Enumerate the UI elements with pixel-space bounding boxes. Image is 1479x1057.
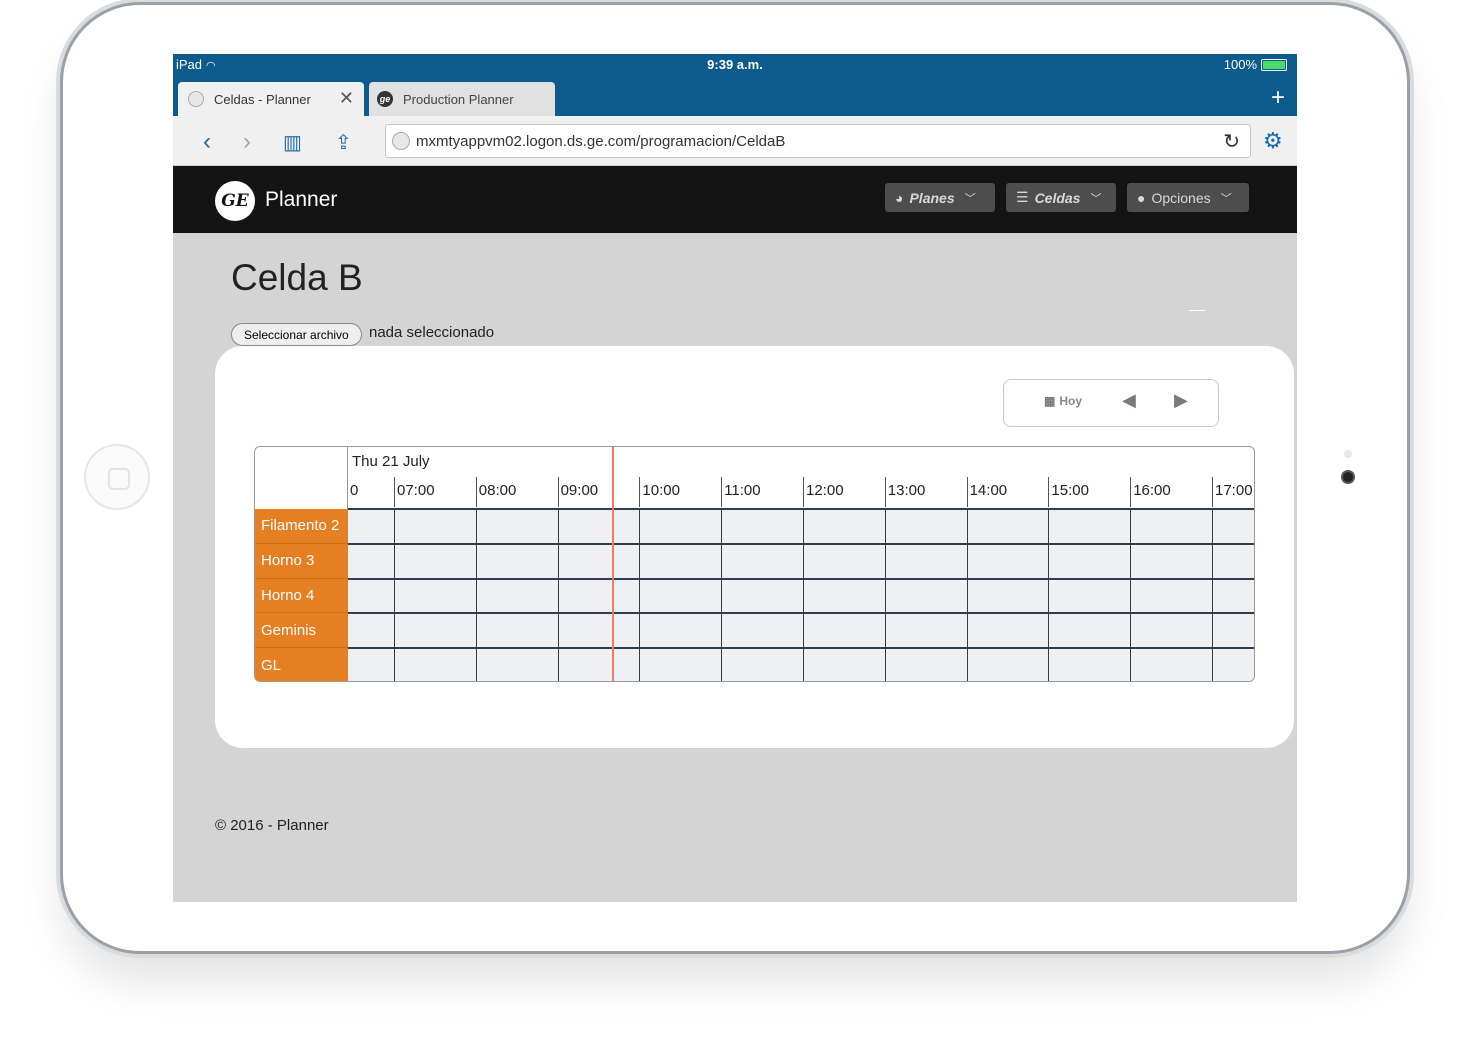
today-button[interactable]: ▦ Hoy	[1044, 394, 1082, 408]
list-icon: ☰	[1016, 189, 1029, 205]
current-time-line	[612, 447, 615, 681]
grid-vline	[803, 509, 804, 681]
hour-label: 14:00	[966, 477, 1049, 507]
resource-label: Horno 3	[255, 543, 348, 579]
resource-label: Filamento 2	[255, 509, 348, 544]
home-button[interactable]	[84, 444, 150, 510]
schedule-grid[interactable]	[348, 509, 1254, 681]
grid-vline	[884, 509, 886, 681]
divider	[1189, 310, 1205, 311]
menu-label: Planes	[909, 189, 955, 206]
timeline: Thu 21 July 0 07:00 08:00 09:00 10:00 11:00 12…	[254, 446, 1255, 682]
prev-icon[interactable]: ◀	[1122, 390, 1136, 411]
grid-hline	[348, 542, 1254, 545]
hour-label: 12:00	[803, 477, 885, 507]
hour-label: 09:00	[557, 477, 640, 507]
chevron-down-icon: ﹀	[1090, 192, 1102, 205]
menu-label: Opciones	[1151, 189, 1211, 206]
calendar-icon: ▦	[1044, 394, 1056, 408]
hour-label: 16:00	[1130, 477, 1212, 507]
resource-label: Horno 4	[255, 578, 348, 614]
url-text: mxmtyappvm02.logon.ds.ge.com/programacio…	[416, 132, 786, 150]
forward-icon[interactable]: ›	[243, 128, 251, 156]
scheduler-nav: ▦ Hoy ◀ ▶	[1003, 379, 1219, 427]
tab-label: Production Planner	[403, 91, 514, 107]
grid-vline	[475, 509, 477, 681]
page-title: Celda B	[231, 257, 363, 298]
tab-label: Celdas - Planner	[214, 91, 311, 107]
hour-label: 08:00	[475, 477, 558, 507]
chevron-down-icon: ﹀	[964, 192, 976, 205]
select-file-button[interactable]: Seleccionar archivo	[231, 323, 362, 346]
menu-planes[interactable]: ◕ Planes ﹀	[885, 183, 995, 212]
grid-vline	[1048, 509, 1050, 681]
share-icon[interactable]: ⇪	[335, 130, 352, 155]
resource-label: GL	[255, 648, 348, 681]
resource-label: Geminis	[255, 613, 348, 649]
globe-icon	[188, 91, 204, 107]
hour-label: 11:00	[721, 477, 803, 507]
status-time: 9:39 a.m.	[707, 57, 763, 72]
timeline-corner	[255, 447, 348, 509]
hour-label: 0	[350, 482, 359, 499]
today-label: Hoy	[1059, 394, 1083, 408]
battery-icon	[1261, 58, 1287, 71]
browser-tab-bar: iPad ◠ 9:39 a.m. 100% Celdas - Planner ✕ …	[173, 54, 1297, 116]
grid-vline	[557, 509, 559, 681]
reload-icon[interactable]: ↻	[1223, 129, 1240, 154]
screen: iPad ◠ 9:39 a.m. 100% Celdas - Planner ✕ …	[173, 54, 1297, 902]
app-navbar: GE Planner ◕ Planes ﹀ ☰ Celdas ﹀ ● Opcio…	[173, 166, 1297, 233]
sensor	[1344, 450, 1352, 458]
date-label: Thu 21 July	[352, 453, 430, 470]
footer: © 2016 - Planner	[215, 817, 329, 834]
grid-vline	[966, 509, 968, 681]
url-field[interactable]: mxmtyappvm02.logon.ds.ge.com/programacio…	[385, 124, 1251, 158]
browser-toolbar: ‹ › ▥ ⇪ mxmtyappvm02.logon.ds.ge.com/pro…	[173, 116, 1297, 166]
chevron-down-icon: ﹀	[1220, 192, 1232, 205]
menu-celdas[interactable]: ☰ Celdas ﹀	[1006, 183, 1116, 212]
ge-icon: ge	[377, 91, 393, 107]
new-tab-icon[interactable]: +	[1271, 84, 1285, 112]
grid-vline	[1212, 509, 1213, 681]
file-status: nada seleccionado	[369, 324, 495, 341]
hour-label: 13:00	[884, 477, 967, 507]
bookmarks-icon[interactable]: ▥	[283, 130, 302, 155]
grid-vline	[639, 509, 641, 681]
status-battery: 100%	[1224, 57, 1287, 72]
grid-hline	[348, 612, 1254, 615]
back-icon[interactable]: ‹	[203, 128, 211, 156]
tab-celdas-planner[interactable]: Celdas - Planner ✕	[178, 82, 364, 116]
camera	[1341, 470, 1355, 484]
grid-hline	[348, 508, 1254, 510]
ge-logo[interactable]: GE	[215, 181, 255, 221]
gear-icon[interactable]: ⚙	[1263, 128, 1283, 154]
next-icon[interactable]: ▶	[1174, 390, 1188, 411]
grid-vline	[721, 509, 723, 681]
grid-hline	[348, 577, 1254, 580]
grid-hline	[348, 647, 1254, 650]
menu-label: Celdas	[1034, 189, 1081, 206]
user-icon: ●	[1137, 189, 1146, 206]
grid-vline	[1130, 509, 1132, 681]
globe-icon	[392, 132, 410, 150]
menu-opciones[interactable]: ● Opciones ﹀	[1127, 183, 1249, 212]
hour-label: 07:00	[394, 477, 476, 507]
hour-label: 10:00	[639, 477, 721, 507]
brand-title[interactable]: Planner	[265, 188, 337, 212]
grid-vline	[394, 509, 395, 681]
close-icon[interactable]: ✕	[339, 88, 354, 109]
hour-label: 15:00	[1048, 477, 1130, 507]
dashboard-icon: ◕	[895, 189, 904, 206]
hour-label: 17:00	[1212, 477, 1254, 507]
scheduler-card: ▦ Hoy ◀ ▶ Thu 21 July 0 07:00 08:00 09:00 10…	[215, 346, 1294, 748]
tab-production-planner[interactable]: ge Production Planner	[369, 82, 555, 116]
